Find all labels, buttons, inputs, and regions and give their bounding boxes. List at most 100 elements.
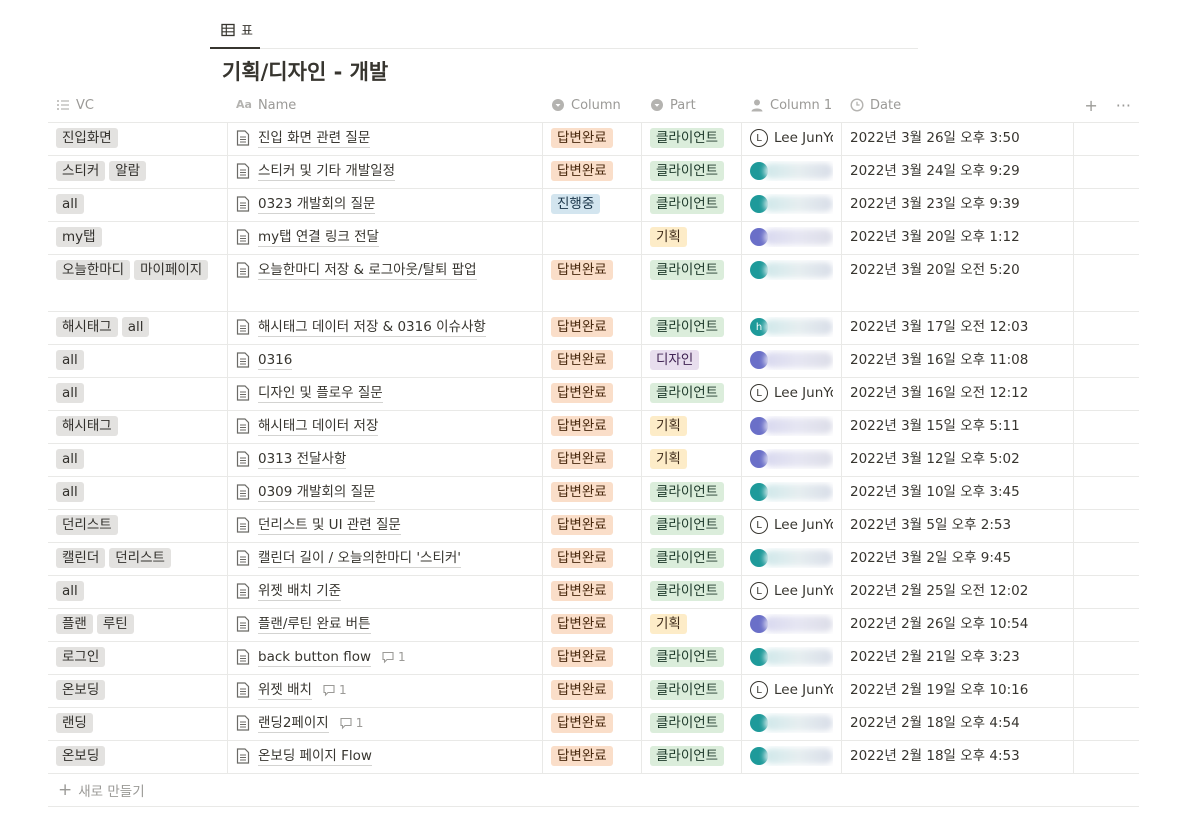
person-cell[interactable] <box>742 708 842 740</box>
part-cell[interactable]: 클라이언트 <box>642 642 742 674</box>
date-cell[interactable]: 2022년 3월 20일 오후 1:12 <box>842 222 1074 254</box>
tab-table-view[interactable]: 표 <box>210 12 260 49</box>
part-cell[interactable]: 클라이언트 <box>642 255 742 311</box>
part-cell[interactable]: 기획 <box>642 444 742 476</box>
table-row[interactable]: 해시태그 해시태그 데이터 저장 답변완료 기획 2022년 3월 15일 오후 5:1… <box>48 411 1139 444</box>
status-cell[interactable]: 답변완료 <box>543 741 642 773</box>
page-title-link[interactable]: back button flow <box>258 648 371 667</box>
table-row[interactable]: 해시태그 all 해시태그 데이터 저장 & 0316 이슈사항 답변완료 클라이언트 h… <box>48 312 1139 345</box>
table-row[interactable]: 오늘한마디 마이페이지 오늘한마디 저장 & 로그아웃/탈퇴 팝업 답변완료 클라이언트… <box>48 255 1139 312</box>
table-row[interactable]: all 0309 개발회의 질문 답변완료 클라이언트 2022년 3월 10일 오후 … <box>48 477 1139 510</box>
name-cell[interactable]: my탭 연결 링크 전달 <box>228 222 543 254</box>
status-cell[interactable]: 답변완료 <box>543 345 642 377</box>
date-cell[interactable]: 2022년 3월 15일 오후 5:11 <box>842 411 1074 443</box>
status-cell[interactable]: 답변완료 <box>543 378 642 410</box>
date-cell[interactable]: 2022년 3월 17일 오전 12:03 <box>842 312 1074 344</box>
table-row[interactable]: all 0323 개발회의 질문 진행중 클라이언트 2022년 3월 23일 오후 9… <box>48 189 1139 222</box>
name-cell[interactable]: 해시태그 데이터 저장 & 0316 이슈사항 <box>228 312 543 344</box>
column-header-part[interactable]: Part <box>642 88 742 122</box>
name-cell[interactable]: 캘린더 길이 / 오늘의한마디 '스티커' <box>228 543 543 575</box>
name-cell[interactable]: 위젯 배치 기준 <box>228 576 543 608</box>
status-cell[interactable]: 답변완료 <box>543 609 642 641</box>
person-cell[interactable]: L Lee JunYou <box>742 123 842 155</box>
table-row[interactable]: 로그인 back button flow 1 답변완료 클라이언트 2022년 2월 21… <box>48 642 1139 675</box>
part-cell[interactable]: 디자인 <box>642 345 742 377</box>
vc-cell[interactable]: all <box>48 444 228 476</box>
more-options-icon[interactable]: ··· <box>1116 96 1131 115</box>
date-cell[interactable]: 2022년 2월 19일 오후 10:16 <box>842 675 1074 707</box>
person-cell[interactable] <box>742 444 842 476</box>
page-title-link[interactable]: 해시태그 데이터 저장 <box>258 417 379 436</box>
page-title-link[interactable]: 오늘한마디 저장 & 로그아웃/탈퇴 팝업 <box>258 261 477 280</box>
name-cell[interactable]: 0316 <box>228 345 543 377</box>
page-title-link[interactable]: 0309 개발회의 질문 <box>258 483 376 502</box>
person-cell[interactable] <box>742 156 842 188</box>
status-cell[interactable]: 답변완료 <box>543 255 642 311</box>
table-row[interactable]: all 0313 전달사항 답변완료 기획 2022년 3월 12일 오후 5:02 <box>48 444 1139 477</box>
person-cell[interactable] <box>742 255 842 311</box>
page-title-link[interactable]: 스티커 및 기타 개발일정 <box>258 162 396 181</box>
table-row[interactable]: 진입화면 진입 화면 관련 질문 답변완료 클라이언트 L Lee JunYou 2022년… <box>48 123 1139 156</box>
name-cell[interactable]: 던리스트 및 UI 관련 질문 <box>228 510 543 542</box>
comment-count[interactable]: 1 <box>322 683 347 697</box>
date-cell[interactable]: 2022년 2월 18일 오후 4:54 <box>842 708 1074 740</box>
person-cell[interactable] <box>742 609 842 641</box>
name-cell[interactable]: 진입 화면 관련 질문 <box>228 123 543 155</box>
page-title-link[interactable]: 진입 화면 관련 질문 <box>258 129 371 148</box>
table-row[interactable]: all 디자인 및 플로우 질문 답변완료 클라이언트 L Lee JunYou 2022년… <box>48 378 1139 411</box>
vc-cell[interactable]: all <box>48 576 228 608</box>
person-cell[interactable] <box>742 411 842 443</box>
vc-cell[interactable]: all <box>48 477 228 509</box>
vc-cell[interactable]: 오늘한마디 마이페이지 <box>48 255 228 311</box>
vc-cell[interactable]: 해시태그 <box>48 411 228 443</box>
vc-cell[interactable]: 캘린더 던리스트 <box>48 543 228 575</box>
name-cell[interactable]: 플랜/루틴 완료 버튼 <box>228 609 543 641</box>
date-cell[interactable]: 2022년 2월 25일 오전 12:02 <box>842 576 1074 608</box>
date-cell[interactable]: 2022년 3월 16일 오전 12:12 <box>842 378 1074 410</box>
date-cell[interactable]: 2022년 3월 5일 오후 2:53 <box>842 510 1074 542</box>
page-title-link[interactable]: 랜딩2페이지 <box>258 714 329 733</box>
status-cell[interactable]: 답변완료 <box>543 675 642 707</box>
page-title-link[interactable]: 플랜/루틴 완료 버튼 <box>258 615 371 634</box>
name-cell[interactable]: 0309 개발회의 질문 <box>228 477 543 509</box>
person-cell[interactable]: h <box>742 312 842 344</box>
date-cell[interactable]: 2022년 3월 24일 오후 9:29 <box>842 156 1074 188</box>
vc-cell[interactable]: 던리스트 <box>48 510 228 542</box>
part-cell[interactable]: 클라이언트 <box>642 378 742 410</box>
person-cell[interactable] <box>742 543 842 575</box>
vc-cell[interactable]: all <box>48 345 228 377</box>
name-cell[interactable]: 랜딩2페이지 1 <box>228 708 543 740</box>
status-cell[interactable] <box>543 222 642 254</box>
status-cell[interactable]: 답변완료 <box>543 543 642 575</box>
page-title-link[interactable]: my탭 연결 링크 전달 <box>258 228 379 247</box>
name-cell[interactable]: 0313 전달사항 <box>228 444 543 476</box>
part-cell[interactable]: 클라이언트 <box>642 477 742 509</box>
vc-cell[interactable]: my탭 <box>48 222 228 254</box>
table-row[interactable]: 플랜 루틴 플랜/루틴 완료 버튼 답변완료 기획 2022년 2월 26일 오후 10:… <box>48 609 1139 642</box>
status-cell[interactable]: 답변완료 <box>543 156 642 188</box>
part-cell[interactable]: 기획 <box>642 411 742 443</box>
person-cell[interactable] <box>742 477 842 509</box>
column-header-name[interactable]: Aa Name <box>228 88 543 122</box>
table-row[interactable]: 던리스트 던리스트 및 UI 관련 질문 답변완료 클라이언트 L Lee JunYou 2… <box>48 510 1139 543</box>
new-row-button[interactable]: + 새로 만들기 <box>48 774 1139 807</box>
page-title-link[interactable]: 던리스트 및 UI 관련 질문 <box>258 516 401 535</box>
part-cell[interactable]: 클라이언트 <box>642 123 742 155</box>
date-cell[interactable]: 2022년 3월 10일 오후 3:45 <box>842 477 1074 509</box>
vc-cell[interactable]: 로그인 <box>48 642 228 674</box>
page-title-link[interactable]: 캘린더 길이 / 오늘의한마디 '스티커' <box>258 549 462 568</box>
person-cell[interactable]: L Lee JunYou <box>742 576 842 608</box>
status-cell[interactable]: 답변완료 <box>543 510 642 542</box>
name-cell[interactable]: 위젯 배치 1 <box>228 675 543 707</box>
date-cell[interactable]: 2022년 2월 18일 오후 4:53 <box>842 741 1074 773</box>
part-cell[interactable]: 기획 <box>642 609 742 641</box>
date-cell[interactable]: 2022년 2월 21일 오후 3:23 <box>842 642 1074 674</box>
part-cell[interactable]: 클라이언트 <box>642 312 742 344</box>
column-header-column[interactable]: Column <box>543 88 642 122</box>
person-cell[interactable] <box>742 222 842 254</box>
date-cell[interactable]: 2022년 3월 16일 오후 11:08 <box>842 345 1074 377</box>
date-cell[interactable]: 2022년 3월 12일 오후 5:02 <box>842 444 1074 476</box>
status-cell[interactable]: 답변완료 <box>543 444 642 476</box>
vc-cell[interactable]: 온보딩 <box>48 741 228 773</box>
status-cell[interactable]: 진행중 <box>543 189 642 221</box>
